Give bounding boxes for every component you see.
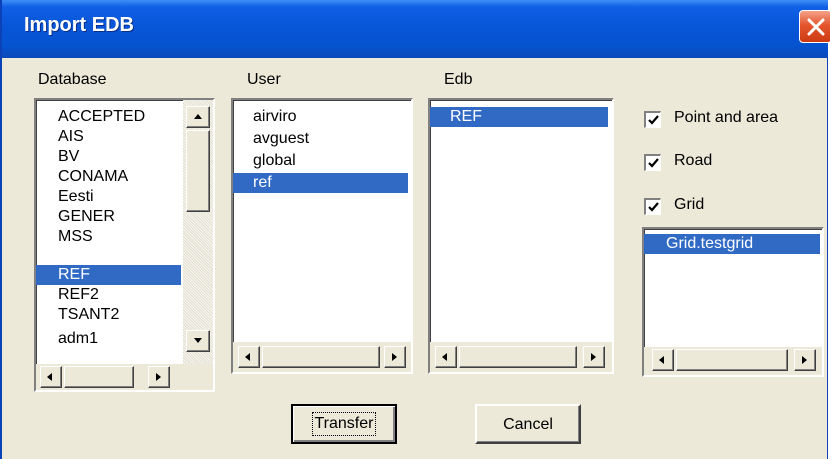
scrollbar-thumb[interactable] — [186, 130, 210, 212]
import-edb-dialog: Import EDB Database ACCEPTED AIS BV CONA… — [0, 0, 830, 459]
close-button[interactable] — [799, 10, 830, 43]
database-listbox[interactable]: ACCEPTED AIS BV CONAMA Eesti GENER MSS R… — [34, 98, 215, 392]
point-and-area-label: Point and area — [674, 109, 779, 126]
scrollbar-thumb[interactable] — [262, 346, 380, 368]
point-and-area-checkbox[interactable] — [644, 111, 661, 128]
list-item-selected[interactable]: Grid.testgrid — [644, 234, 820, 254]
scroll-left-button[interactable] — [40, 366, 62, 388]
list-item[interactable]: CONAMA — [36, 167, 181, 187]
cancel-button[interactable]: Cancel — [475, 404, 581, 444]
list-item[interactable]: GENER — [36, 207, 181, 227]
edb-label: Edb — [444, 71, 473, 88]
user-label: User — [247, 71, 281, 88]
scroll-right-button[interactable] — [148, 366, 170, 388]
scroll-right-button[interactable] — [794, 349, 816, 371]
list-item[interactable]: airviro — [233, 107, 411, 127]
arrow-up-icon — [194, 114, 202, 119]
checkmark-icon — [648, 115, 659, 125]
edb-listbox[interactable]: REF — [428, 98, 614, 374]
road-checkbox[interactable] — [644, 154, 661, 171]
list-item[interactable]: global — [233, 151, 411, 171]
arrow-left-icon — [659, 356, 664, 364]
grid-label: Grid — [674, 196, 705, 213]
database-label: Database — [38, 71, 107, 88]
arrow-left-icon — [47, 373, 52, 381]
grid-checkbox[interactable] — [644, 198, 661, 215]
title-bar[interactable]: Import EDB — [2, 0, 830, 58]
list-item[interactable]: MSS — [36, 227, 181, 247]
list-item-selected[interactable]: ref — [233, 173, 408, 193]
transfer-button[interactable]: Transfer — [291, 404, 397, 444]
scroll-left-button[interactable] — [435, 346, 457, 368]
arrow-left-icon — [245, 353, 250, 361]
checkmark-icon — [648, 202, 659, 212]
list-item-selected[interactable]: REF — [430, 107, 608, 127]
arrow-right-icon — [591, 353, 596, 361]
list-item[interactable]: REF2 — [36, 285, 181, 305]
list-item[interactable]: AIS — [36, 127, 181, 147]
scroll-down-button[interactable] — [186, 330, 210, 352]
list-item[interactable]: TSANT2 — [36, 305, 181, 325]
scrollbar-thumb[interactable] — [459, 346, 577, 368]
scroll-left-button[interactable] — [652, 349, 674, 371]
list-item[interactable]: ACCEPTED — [36, 107, 181, 127]
list-item[interactable]: Eesti — [36, 187, 181, 207]
list-item-selected[interactable]: REF — [36, 265, 181, 285]
arrow-left-icon — [442, 353, 447, 361]
list-item[interactable]: avguest — [233, 129, 411, 149]
checkmark-icon — [648, 158, 659, 168]
arrow-down-icon — [194, 338, 202, 343]
window-title: Import EDB — [24, 14, 134, 36]
grid-listbox[interactable]: Grid.testgrid — [642, 227, 824, 377]
arrow-right-icon — [156, 373, 161, 381]
scroll-right-button[interactable] — [384, 346, 406, 368]
scrollbar-thumb[interactable] — [676, 349, 788, 371]
road-label: Road — [674, 152, 713, 169]
cancel-button-label: Cancel — [503, 416, 553, 433]
list-item[interactable]: adm1 — [36, 329, 181, 349]
scroll-up-button[interactable] — [186, 106, 210, 128]
scrollbar-thumb[interactable] — [64, 366, 134, 388]
close-icon — [807, 18, 825, 36]
arrow-right-icon — [392, 353, 397, 361]
scroll-right-button[interactable] — [583, 346, 605, 368]
user-listbox[interactable]: airviro avguest global ref — [231, 98, 413, 374]
scroll-left-button[interactable] — [238, 346, 260, 368]
transfer-button-label: Transfer — [311, 412, 377, 436]
arrow-right-icon — [802, 356, 807, 364]
list-item[interactable]: BV — [36, 147, 181, 167]
